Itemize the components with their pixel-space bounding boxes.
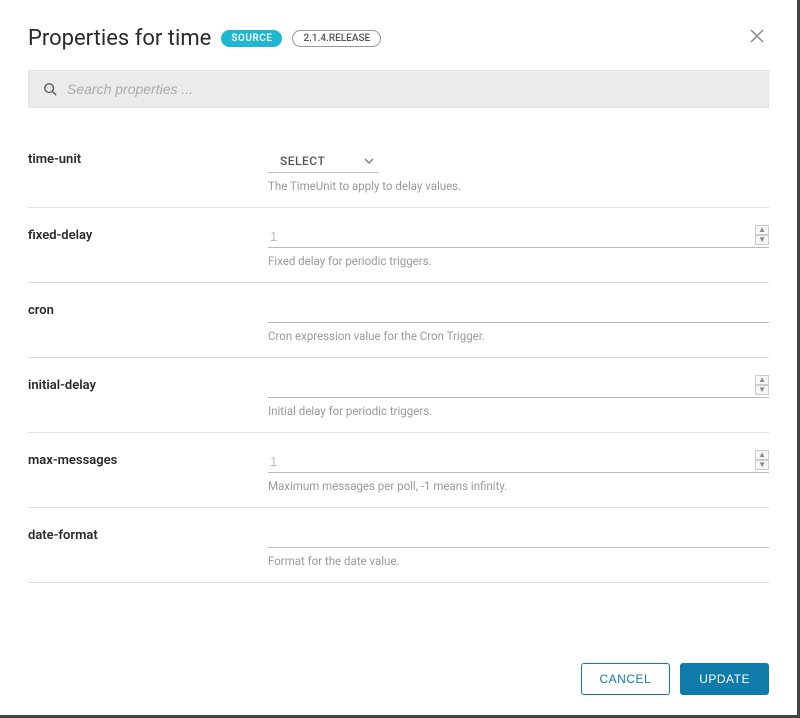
close-icon <box>749 28 765 44</box>
dialog-title: Properties for time <box>28 26 211 51</box>
number-spinner[interactable]: ▲ ▼ <box>755 450 769 470</box>
search-bar[interactable] <box>28 70 769 108</box>
search-input[interactable] <box>67 81 754 97</box>
spinner-down-icon[interactable]: ▼ <box>755 385 769 395</box>
property-row-max-messages: max-messages ▲ ▼ Maximum messages per po… <box>28 433 769 508</box>
property-description: Initial delay for periodic triggers. <box>268 404 769 418</box>
property-description: Fixed delay for periodic triggers. <box>268 254 769 268</box>
property-row-cron: cron Cron expression value for the Cron … <box>28 283 769 358</box>
date-format-input[interactable] <box>268 526 769 548</box>
version-badge: 2.1.4.RELEASE <box>292 30 381 47</box>
property-label: fixed-delay <box>28 226 268 268</box>
cancel-button[interactable]: Cancel <box>581 663 671 695</box>
number-spinner[interactable]: ▲ ▼ <box>755 375 769 395</box>
initial-delay-input[interactable] <box>268 376 769 398</box>
search-icon <box>43 82 57 96</box>
close-button[interactable] <box>745 24 769 52</box>
spinner-down-icon[interactable]: ▼ <box>755 235 769 245</box>
properties-list: time-unit SELECT The TimeUnit to apply t… <box>28 132 769 647</box>
property-label: cron <box>28 301 268 343</box>
dialog-footer: Cancel Update <box>28 647 769 715</box>
spinner-up-icon[interactable]: ▲ <box>755 225 769 235</box>
property-label: initial-delay <box>28 376 268 418</box>
time-unit-select[interactable]: SELECT <box>268 152 378 173</box>
update-button[interactable]: Update <box>680 663 769 695</box>
property-row-date-format: date-format Format for the date value. <box>28 508 769 583</box>
spinner-up-icon[interactable]: ▲ <box>755 375 769 385</box>
select-value: SELECT <box>280 154 325 168</box>
max-messages-input[interactable] <box>268 451 769 473</box>
property-row-fixed-delay: fixed-delay ▲ ▼ Fixed delay for periodic… <box>28 208 769 283</box>
spinner-up-icon[interactable]: ▲ <box>755 450 769 460</box>
property-row-time-unit: time-unit SELECT The TimeUnit to apply t… <box>28 132 769 208</box>
property-label: time-unit <box>28 150 268 193</box>
property-row-initial-delay: initial-delay ▲ ▼ Initial delay for peri… <box>28 358 769 433</box>
source-badge: SOURCE <box>221 30 282 47</box>
property-description: Maximum messages per poll, -1 means infi… <box>268 479 769 493</box>
property-description: Cron expression value for the Cron Trigg… <box>268 329 769 343</box>
property-label: max-messages <box>28 451 268 493</box>
property-description: The TimeUnit to apply to delay values. <box>268 179 769 193</box>
spinner-down-icon[interactable]: ▼ <box>755 460 769 470</box>
chevron-down-icon <box>364 156 374 166</box>
dialog-header: Properties for time SOURCE 2.1.4.RELEASE <box>28 24 769 52</box>
number-spinner[interactable]: ▲ ▼ <box>755 225 769 245</box>
properties-dialog: Properties for time SOURCE 2.1.4.RELEASE… <box>0 0 800 718</box>
property-description: Format for the date value. <box>268 554 769 568</box>
cron-input[interactable] <box>268 301 769 323</box>
fixed-delay-input[interactable] <box>268 226 769 248</box>
property-label: date-format <box>28 526 268 568</box>
